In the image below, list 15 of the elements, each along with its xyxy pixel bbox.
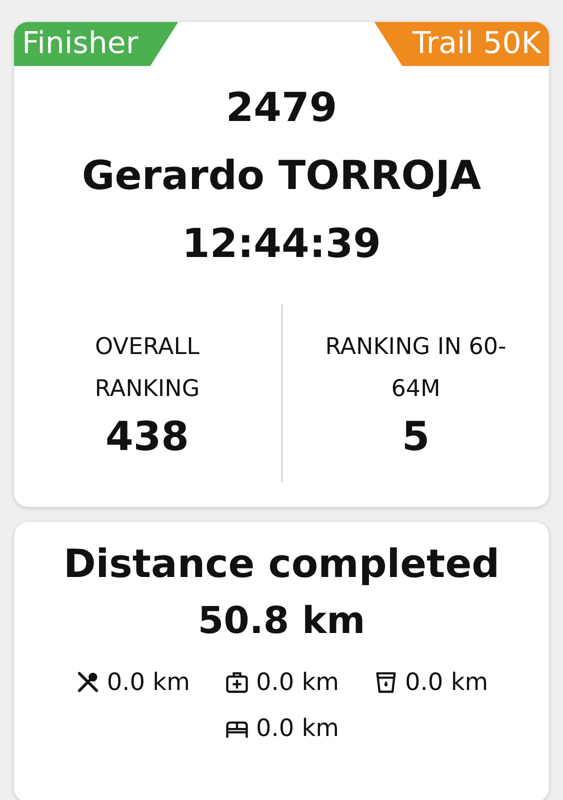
runner-name: Gerardo TORROJA: [82, 152, 482, 201]
ranking-label: OVERALL RANKING: [94, 333, 201, 404]
status-ribbon: Finisher: [14, 22, 178, 66]
distance-value: 50.8 km: [198, 599, 366, 642]
ranking-value: 5: [402, 414, 430, 460]
ranking-label: RANKING IN 60-64M: [324, 333, 508, 404]
stop-distance: 0.0 km: [106, 668, 190, 696]
stop-distance: 0.0 km: [256, 714, 340, 742]
race-ribbon: Trail 50K: [374, 22, 549, 66]
stop-distance: 0.0 km: [256, 668, 340, 696]
ranking-value: 438: [106, 414, 189, 460]
stop-distance: 0.0 km: [405, 668, 488, 696]
bib-number: 2479: [226, 84, 338, 133]
distance-title: Distance completed: [63, 542, 500, 587]
finish-time: 12:44:39: [182, 220, 381, 269]
